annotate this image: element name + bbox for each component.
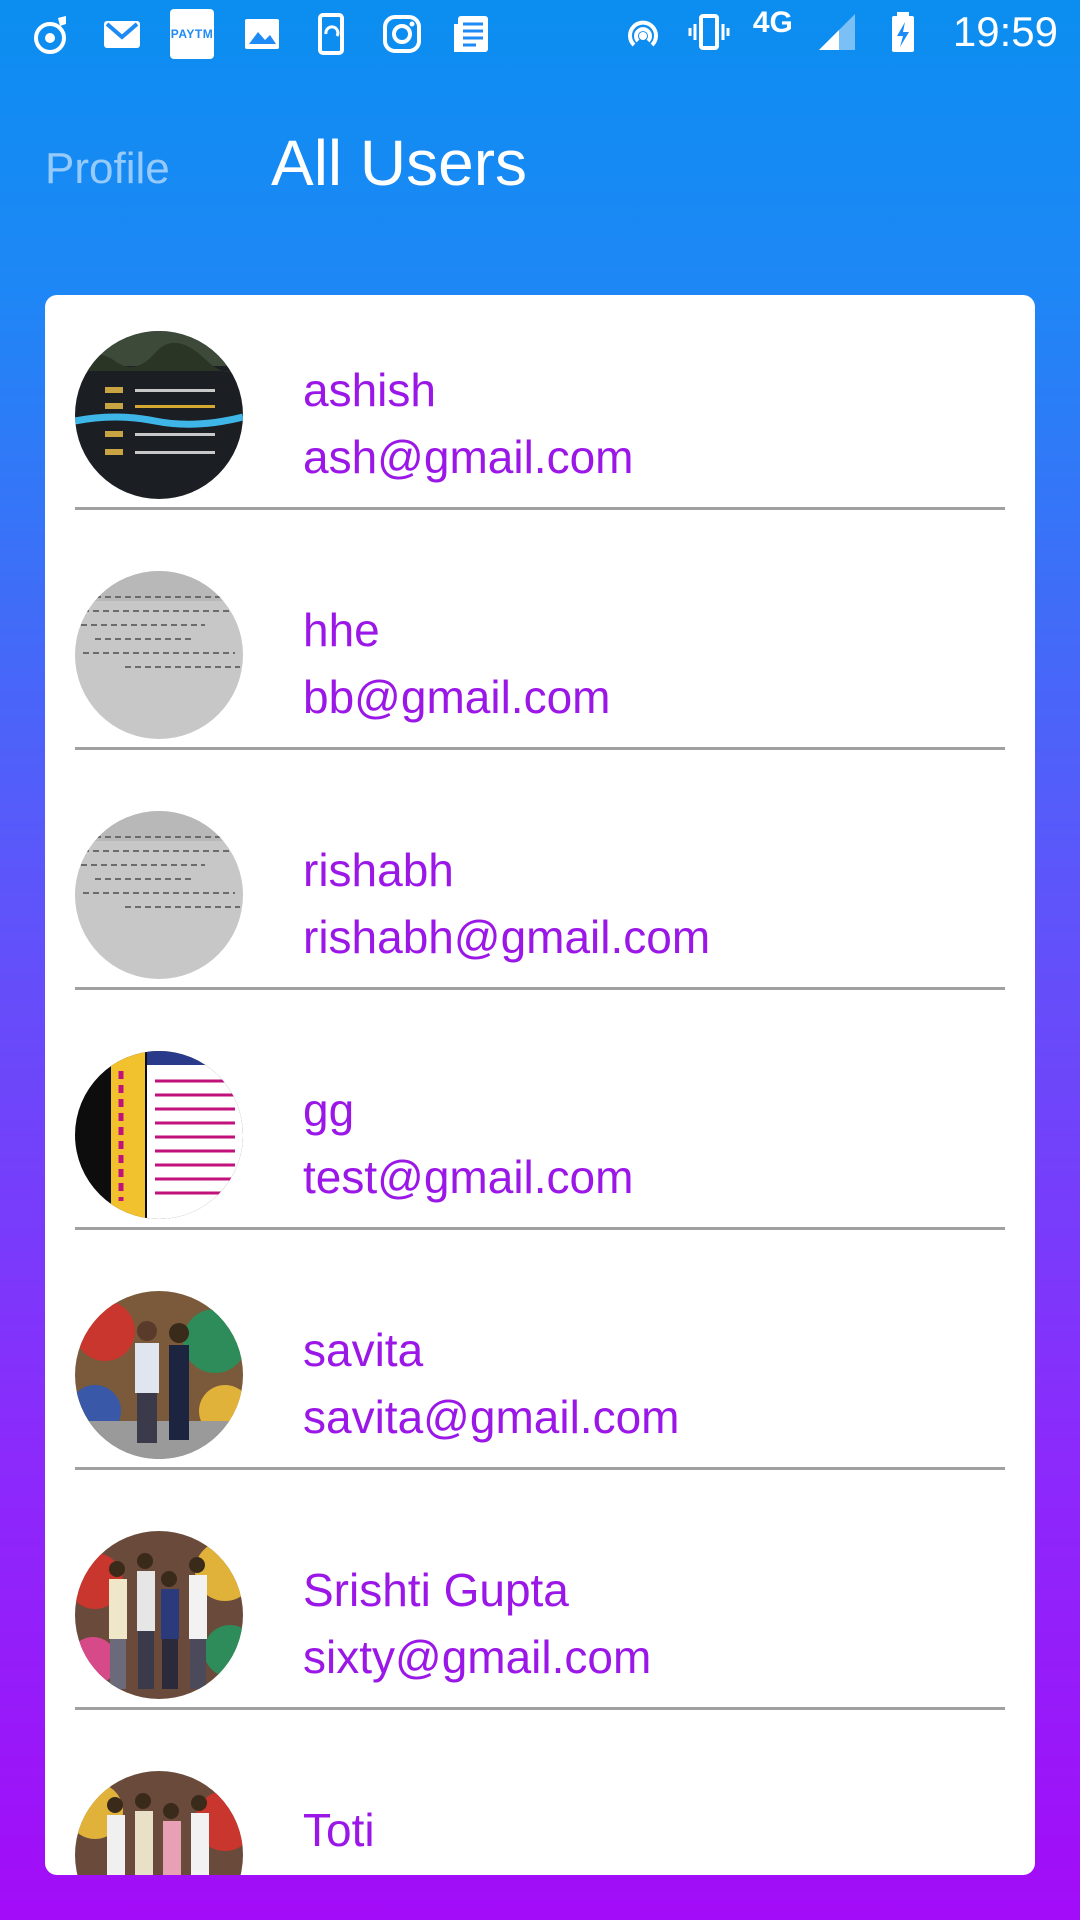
divider [75,1707,1005,1710]
tab-all-users[interactable]: All Users [271,126,527,200]
user-list[interactable]: ashish ash@gmail.com hhe bb@gmail.com ri… [45,295,1035,1875]
system-icons: 4G 19:59 [621,6,1058,56]
divider [75,1467,1005,1470]
battery-charging-icon [881,8,925,56]
vibrate-icon [687,8,731,56]
avatar-poster-image [75,1051,243,1219]
user-name: ashish [303,364,436,416]
tab-profile[interactable]: Profile [45,144,170,194]
status-bar: PAYTM 4G 19:59 [0,0,1080,72]
network-type-label: 4G [752,6,793,39]
divider [75,1227,1005,1230]
user-name: hhe [303,604,380,656]
user-email: savita@gmail.com [303,1391,680,1443]
avatar-leaderboard-image [75,331,243,499]
user-name: savita [303,1324,424,1376]
phone-sync-icon [310,10,354,58]
user-name: Srishti Gupta [303,1564,569,1616]
avatar [75,1051,243,1219]
avatar-couple-photo [75,1291,243,1459]
divider [75,987,1005,990]
hotspot-icon [621,8,665,56]
users-card: ashish ash@gmail.com hhe bb@gmail.com ri… [45,295,1035,1875]
user-list-item[interactable]: Srishti Gupta sixty@gmail.com [45,1495,1035,1735]
avatar [75,811,243,979]
avatar [75,331,243,499]
user-name: gg [303,1084,355,1136]
paytm-icon: PAYTM [170,9,214,59]
avatar-handwritten-note-image [75,571,243,739]
status-time: 19:59 [952,8,1058,55]
user-list-item[interactable]: savita savita@gmail.com [45,1255,1035,1495]
signal-icon [815,8,859,56]
user-email: rishabh@gmail.com [303,911,711,963]
user-email: test@gmail.com [303,1151,634,1203]
news-icon [450,10,494,58]
avatar-group-photo [75,1531,243,1699]
avatar [75,1771,243,1875]
user-email: bb@gmail.com [303,671,611,723]
user-list-item[interactable]: Toti [45,1735,1035,1875]
instagram-icon [380,10,424,58]
user-name: Toti [303,1804,375,1856]
avatar [75,1291,243,1459]
user-list-item[interactable]: hhe bb@gmail.com [45,535,1035,775]
avatar-group-photo [75,1771,243,1875]
divider [75,747,1005,750]
avatar [75,1531,243,1699]
gallery-icon [240,10,284,58]
avatar-handwritten-note-image [75,811,243,979]
user-name: rishabh [303,844,454,896]
user-list-item[interactable]: rishabh rishabh@gmail.com [45,775,1035,1015]
avatar [75,571,243,739]
user-list-item[interactable]: ashish ash@gmail.com [45,295,1035,535]
user-email: ash@gmail.com [303,431,634,483]
tab-bar: Profile All Users [0,72,1080,292]
music-icon [30,10,74,58]
user-list-item[interactable]: gg test@gmail.com [45,1015,1035,1255]
gmail-icon [100,10,144,58]
notification-icons: PAYTM [30,9,494,59]
user-email: sixty@gmail.com [303,1631,652,1683]
divider [75,507,1005,510]
